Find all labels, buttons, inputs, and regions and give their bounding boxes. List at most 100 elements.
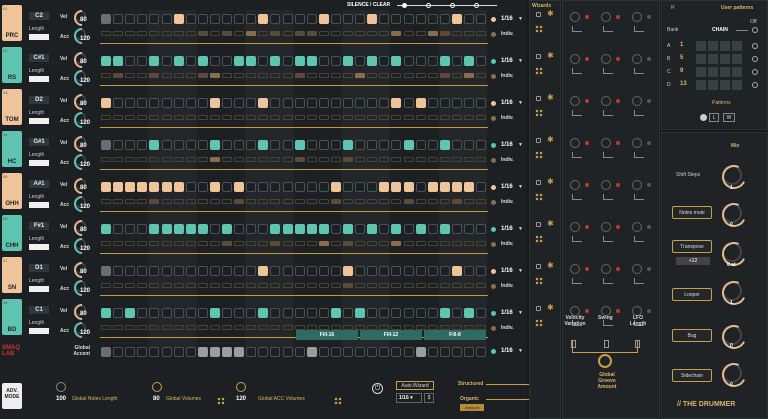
accent-step[interactable] [137,73,148,78]
step-button[interactable] [391,266,402,276]
track-rate[interactable]: 1/16 [501,58,513,64]
step-button[interactable] [101,56,111,66]
accent-step[interactable] [125,115,136,120]
step-button[interactable] [464,14,474,24]
step-button[interactable] [161,224,172,234]
step-button[interactable] [403,56,414,66]
accent-step[interactable] [391,115,402,120]
step-button[interactable] [476,98,487,108]
groove-knob[interactable] [570,264,580,274]
track-mode[interactable]: Indiv. [501,283,514,289]
load-button[interactable]: L [709,113,719,122]
accent-step[interactable] [149,283,160,288]
step-button[interactable] [173,140,184,150]
track-color-dot[interactable] [491,269,496,274]
accent-step[interactable] [125,199,136,204]
accent-step[interactable] [209,31,220,36]
global-accent-step[interactable] [137,347,148,357]
accent-step[interactable] [125,157,136,162]
pattern-slot[interactable] [696,54,706,64]
step-button[interactable] [270,56,281,66]
step-button[interactable] [185,14,196,24]
track-rate[interactable]: 1/16 [501,268,513,274]
accent-step[interactable] [355,31,366,36]
track-tab-hc[interactable]: 04 HC [2,131,22,167]
pattern-slot[interactable] [696,41,706,51]
track-tab-sn[interactable]: 07 SN [2,257,22,293]
step-button[interactable] [149,266,160,276]
step-button[interactable] [330,308,341,318]
step-button[interactable] [464,182,474,192]
track-rate[interactable]: 1/16 [501,310,513,316]
accent-step[interactable] [439,115,450,120]
accent-step[interactable] [149,199,160,204]
step-button[interactable] [137,14,148,24]
step-button[interactable] [222,14,232,24]
accent-step[interactable] [318,31,329,36]
track-mode[interactable]: Indiv. [501,241,514,247]
wizard-grid-icon[interactable] [535,193,543,201]
step-button[interactable] [379,56,390,66]
accent-step[interactable] [427,31,438,36]
accent-step[interactable] [234,31,245,36]
notes-mute-button[interactable]: Notes mute [672,206,712,219]
accent-step[interactable] [343,31,353,36]
accent-step[interactable] [101,325,111,330]
accent-step[interactable] [427,157,438,162]
step-button[interactable] [476,14,487,24]
step-button[interactable] [149,14,160,24]
transpose-knob[interactable] [722,242,742,262]
accent-color-dot[interactable] [491,116,496,121]
fill-8-button[interactable]: Fill-8 [424,330,486,340]
accent-step[interactable] [113,199,124,204]
accent-step[interactable] [137,115,148,120]
lock-icon[interactable] [536,180,541,185]
accent-step[interactable] [318,73,329,78]
accent-color-dot[interactable] [491,32,496,37]
step-button[interactable] [185,224,196,234]
accent-step[interactable] [185,241,196,246]
step-button[interactable] [282,14,293,24]
accent-step[interactable] [306,115,317,120]
step-button[interactable] [258,98,269,108]
accent-step[interactable] [270,283,281,288]
accent-step[interactable] [222,199,232,204]
step-button[interactable] [306,266,317,276]
step-button[interactable] [209,224,220,234]
accent-step[interactable] [306,31,317,36]
step-button[interactable] [282,224,293,234]
global-accent-step[interactable] [161,347,172,357]
step-button[interactable] [101,140,111,150]
accent-step[interactable] [415,31,426,36]
step-button[interactable] [330,266,341,276]
accent-step[interactable] [125,283,136,288]
global-accent-step[interactable] [246,347,257,357]
accent-step[interactable] [282,31,293,36]
step-button[interactable] [439,98,450,108]
accent-step[interactable] [391,199,402,204]
accent-step[interactable] [464,199,474,204]
step-button[interactable] [258,182,269,192]
accent-step[interactable] [464,283,474,288]
step-button[interactable] [125,266,136,276]
step-button[interactable] [355,140,366,150]
accent-step[interactable] [415,115,426,120]
lfo-length-slider[interactable] [635,340,640,348]
accent-color-dot[interactable] [491,158,496,163]
track-note[interactable]: F#1 [29,222,49,230]
step-button[interactable] [113,308,124,318]
step-button[interactable] [415,98,426,108]
step-button[interactable] [355,182,366,192]
groove-knob[interactable] [570,138,580,148]
accent-step[interactable] [427,73,438,78]
accent-step[interactable] [246,73,257,78]
step-button[interactable] [439,182,450,192]
global-accent-step[interactable] [113,347,124,357]
global-notes-length-knob[interactable] [56,382,66,392]
global-accent-step[interactable] [427,347,438,357]
global-accent-step[interactable] [294,347,305,357]
global-acc-grid-icon[interactable] [334,397,342,405]
accent-step[interactable] [476,157,487,162]
track-color-dot[interactable] [491,59,496,64]
accent-step[interactable] [294,115,305,120]
